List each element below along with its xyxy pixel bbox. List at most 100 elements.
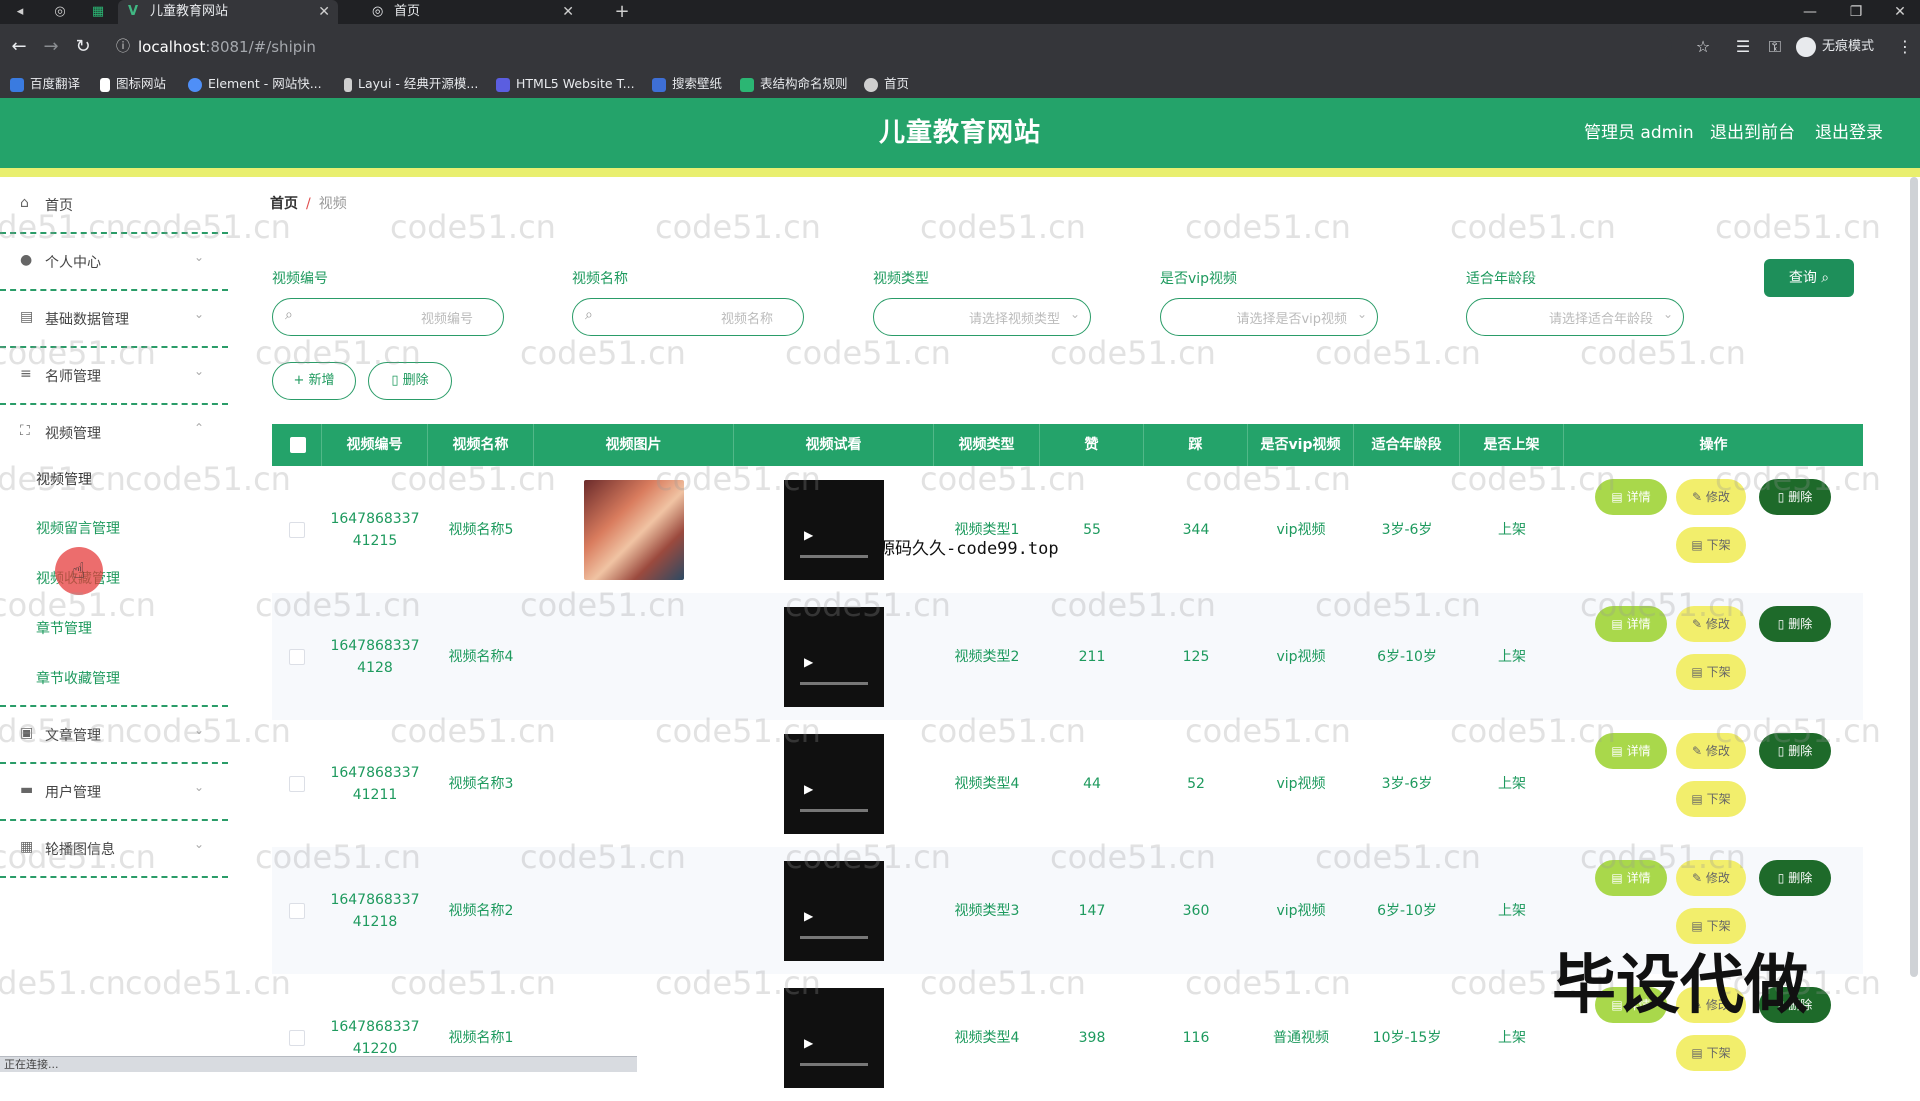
- bookmark-label: 首页: [884, 76, 910, 91]
- play-icon[interactable]: ▶: [804, 778, 813, 800]
- filter-label: 视频编号: [272, 271, 328, 287]
- tab-globe-icon[interactable]: ◎: [46, 0, 74, 24]
- watermark-text: code51.cn: [1450, 712, 1616, 750]
- delete-label: 删除: [1788, 871, 1813, 885]
- watermark-text: code51.cn: [0, 460, 126, 498]
- row-checkbox[interactable]: [289, 648, 305, 665]
- reading-list-icon[interactable]: ☰: [1730, 34, 1756, 60]
- page-scrollbar[interactable]: [1910, 177, 1918, 977]
- bookmark-item[interactable]: 图标网站: [100, 70, 166, 98]
- video-progress-bar[interactable]: [800, 554, 868, 558]
- chevron-down-icon: ⌄: [194, 780, 205, 794]
- row-checkbox[interactable]: [289, 1029, 305, 1046]
- submenu-video-comments[interactable]: 视频留言管理: [36, 513, 120, 545]
- row-checkbox[interactable]: [289, 521, 305, 538]
- watermark-text: code51.cn: [1315, 586, 1481, 624]
- logout-link[interactable]: 退出登录: [1815, 98, 1883, 168]
- bookmark-item[interactable]: 百度翻译: [10, 70, 80, 98]
- bookmark-item[interactable]: Layui - 经典开源模...: [344, 70, 478, 98]
- row-checkbox[interactable]: [289, 902, 305, 919]
- search-icon: ⌕: [585, 307, 593, 323]
- play-icon[interactable]: ▶: [804, 1032, 813, 1054]
- incognito-profile[interactable]: 无痕模式: [1796, 34, 1874, 60]
- tab-home[interactable]: ◎ 首页 ✕: [362, 0, 582, 24]
- watermark-text: code51.cn: [920, 208, 1086, 246]
- watermark-text: code51.cn: [0, 964, 126, 1002]
- off-shelf-button[interactable]: ▤ 下架: [1676, 527, 1746, 563]
- play-icon[interactable]: ▶: [804, 524, 813, 546]
- watermark-text: code51.cn: [0, 586, 156, 624]
- watermark-text: code51.cn: [390, 460, 556, 498]
- down-label: 下架: [1706, 538, 1731, 552]
- tab-audio-icon[interactable]: ◂: [6, 0, 34, 24]
- sidebar-item-videos[interactable]: ⛶ 视频管理 ⌃: [0, 405, 228, 707]
- down-label: 下架: [1706, 1046, 1731, 1060]
- off-shelf-button[interactable]: ▤ 下架: [1676, 781, 1746, 817]
- row-checkbox[interactable]: [289, 775, 305, 792]
- video-id-input[interactable]: ⌕ 视频编号: [272, 298, 504, 336]
- url-field[interactable]: ⓘ localhost:8081/#/shipin: [112, 33, 1672, 61]
- tab-label: 首页: [394, 4, 421, 19]
- restore-icon[interactable]: ❐: [1834, 0, 1878, 24]
- submenu-chapter-favorites[interactable]: 章节收藏管理: [36, 663, 120, 695]
- video-progress-bar[interactable]: [800, 808, 868, 812]
- delete-button[interactable]: ▯ 删除: [1759, 606, 1831, 642]
- back-icon[interactable]: ←: [6, 34, 32, 60]
- play-icon[interactable]: ▶: [804, 905, 813, 927]
- video-progress-bar[interactable]: [800, 935, 868, 939]
- watermark-text: code51.cn: [0, 712, 126, 750]
- watermark-text: code51.cn: [785, 838, 951, 876]
- bookmark-item[interactable]: HTML5 Website T...: [496, 70, 635, 98]
- info-icon: ⓘ: [116, 39, 130, 55]
- watermark-text: code51.cn: [520, 586, 686, 624]
- video-progress-bar[interactable]: [800, 1062, 868, 1066]
- watermark-text: code51.cn: [520, 334, 686, 372]
- flag-icon: [100, 77, 110, 92]
- hand-cursor-icon: ☝: [72, 559, 86, 584]
- off-shelf-button[interactable]: ▤ 下架: [1676, 654, 1746, 690]
- age-select[interactable]: 请选择适合年龄段 ⌄: [1466, 298, 1684, 336]
- key-icon[interactable]: ⚿: [1762, 34, 1788, 60]
- video-name-input[interactable]: ⌕ 视频名称: [572, 298, 804, 336]
- chevron-down-icon: ⌄: [194, 364, 205, 378]
- minimize-icon[interactable]: —: [1788, 0, 1832, 24]
- input-placeholder: 视频编号: [420, 312, 473, 327]
- query-label: 查询: [1788, 270, 1817, 286]
- watermark-text: code51.cn: [1715, 712, 1881, 750]
- query-button[interactable]: 查询 ⌕: [1764, 259, 1854, 297]
- watermark-text: code51.cn: [255, 586, 421, 624]
- reload-icon[interactable]: ↻: [70, 34, 96, 60]
- watermark-text: code51.cn: [0, 838, 156, 876]
- breadcrumb-separator: /: [306, 196, 311, 212]
- watermark-text: code51.cn: [1315, 838, 1481, 876]
- video-type-select[interactable]: 请选择视频类型 ⌄: [873, 298, 1091, 336]
- close-icon[interactable]: ✕: [318, 0, 330, 24]
- down-icon: ▤: [1691, 665, 1707, 679]
- off-shelf-button[interactable]: ▤ 下架: [1676, 1035, 1746, 1071]
- window-close-icon[interactable]: ✕: [1878, 0, 1920, 24]
- play-icon[interactable]: ▶: [804, 651, 813, 673]
- forward-icon[interactable]: →: [38, 34, 64, 60]
- watermark-text: code51.cn: [390, 208, 556, 246]
- front-link[interactable]: 退出到前台: [1710, 98, 1795, 168]
- tab-sheet-icon[interactable]: ▦: [84, 0, 112, 24]
- video-progress-bar[interactable]: [800, 681, 868, 685]
- sidebar-item-users[interactable]: ▬ 用户管理 ⌄: [0, 764, 228, 821]
- watermark-text: code51.cn: [1580, 334, 1746, 372]
- bookmark-item[interactable]: 搜索壁纸: [652, 70, 722, 98]
- star-icon[interactable]: ☆: [1690, 34, 1716, 60]
- tab-site[interactable]: V 儿童教育网站 ✕: [118, 0, 338, 24]
- bookmark-item[interactable]: 表结构命名规则: [740, 70, 848, 98]
- bookmark-item[interactable]: Element - 网站快...: [188, 70, 322, 98]
- select-all-checkbox[interactable]: [290, 437, 306, 453]
- new-tab-icon[interactable]: +: [608, 0, 636, 24]
- video-player[interactable]: ▶: [784, 987, 884, 1088]
- delete-button[interactable]: ▯ 删除: [1759, 860, 1831, 896]
- close-icon[interactable]: ✕: [562, 0, 574, 24]
- vip-select[interactable]: 请选择是否vip视频 ⌄: [1160, 298, 1378, 336]
- bookmark-item[interactable]: 首页: [864, 70, 909, 98]
- delete-icon: ▯: [1777, 617, 1789, 631]
- menu-dots-icon[interactable]: ⋮: [1892, 34, 1918, 60]
- watermark-text: code51.cn: [255, 334, 421, 372]
- delete-label: 删除: [1788, 617, 1813, 631]
